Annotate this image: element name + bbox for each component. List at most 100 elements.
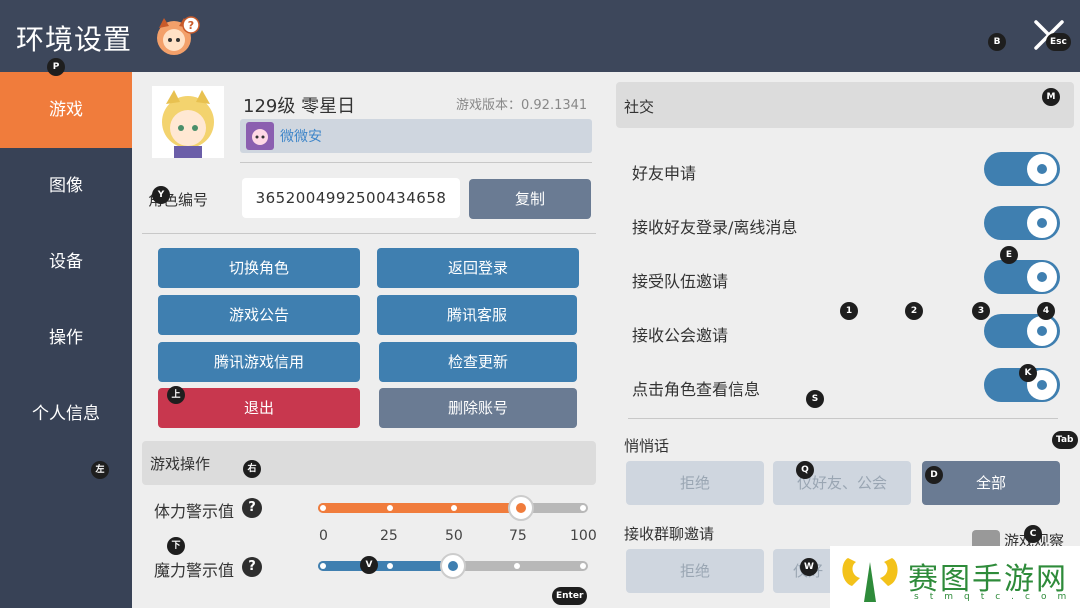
toggle-label-friend-request: 好友申请 [632, 164, 697, 183]
toggle-knob [1027, 262, 1057, 292]
toggle-knob-dot [1037, 380, 1047, 390]
slider-tick-dot [387, 563, 393, 569]
toggle-label-team-invite: 接受队伍邀请 [632, 272, 729, 291]
tick-label: 25 [380, 528, 398, 544]
game-version: 游戏版本：0.92.1341 [456, 98, 588, 113]
divider [142, 233, 596, 234]
key-hint-y: Y [152, 186, 170, 204]
slider-tick-dot [580, 505, 586, 511]
sidebar-item-controls[interactable]: 操作 [0, 300, 132, 376]
group-invite-title: 接收群聊邀请 [624, 525, 715, 543]
toggle-label-friend-online: 接收好友登录/离线消息 [632, 218, 798, 237]
key-hint-1: 1 [840, 302, 858, 320]
stamina-slider-knob[interactable] [507, 495, 534, 521]
player-level-name: 129级 零星日 [243, 96, 356, 117]
key-hint-enter: Enter [552, 587, 588, 605]
credit-button[interactable]: 腾讯游戏信用 [158, 342, 360, 382]
key-hint-e: E [1000, 246, 1018, 264]
sidebar-item-graphics[interactable]: 图像 [0, 148, 132, 224]
switch-role-button[interactable]: 切换角色 [158, 248, 360, 288]
key-hint-right: 右 [243, 460, 261, 478]
stamina-help-icon[interactable]: ? [242, 498, 262, 518]
player-avatar [152, 86, 224, 158]
whisper-title: 悄悄话 [624, 437, 670, 455]
game-ops-title: 游戏操作 [150, 455, 211, 473]
key-hint-down: 下 [167, 537, 185, 555]
toggle-friend-request[interactable] [984, 152, 1060, 186]
social-header: 社交 [616, 82, 1074, 128]
mana-slider-knob[interactable] [440, 553, 466, 579]
key-hint-k: K [1019, 364, 1037, 382]
toggle-knob-dot [1037, 164, 1047, 174]
delete-account-button[interactable]: 删除账号 [379, 388, 577, 428]
game-ops-header: 游戏操作 [142, 441, 596, 485]
key-hint-m: M [1042, 88, 1060, 106]
key-hint-q: Q [796, 461, 814, 479]
toggle-knob-dot [1037, 218, 1047, 228]
key-hint-left: 左 [91, 461, 109, 479]
slider-tick-dot [451, 505, 457, 511]
knob-center [448, 561, 458, 571]
role-id-field: 3652004992500434658 [242, 178, 460, 218]
mana-help-icon[interactable]: ? [242, 557, 262, 577]
slider-tick-dot [514, 563, 520, 569]
friend-name: 微微安 [280, 129, 322, 145]
whisper-option-reject[interactable]: 拒绝 [626, 461, 764, 505]
group-option-reject[interactable]: 拒绝 [626, 549, 764, 593]
knob-center [515, 503, 526, 513]
game-settings-panel: 129级 零星日 游戏版本：0.92.1341 微微安 角色编号 3652004… [132, 72, 606, 608]
key-hint-3: 3 [972, 302, 990, 320]
copy-button[interactable]: 复制 [469, 179, 591, 219]
toggle-label-guild-invite: 接收公会邀请 [632, 326, 729, 345]
key-hint-2: 2 [905, 302, 923, 320]
toggle-team-invite[interactable] [984, 260, 1060, 294]
stamina-slider[interactable] [318, 503, 588, 513]
slider-tick-dot [387, 505, 393, 511]
divider [628, 418, 1058, 419]
sidebar-item-game[interactable]: 游戏 [0, 72, 132, 148]
key-hint-tab: Tab [1052, 431, 1078, 449]
stamina-slider-fill [318, 503, 521, 513]
slider-tick-dot [580, 563, 586, 569]
back-to-login-button[interactable]: 返回登录 [377, 248, 579, 288]
key-hint-p: P [47, 58, 65, 76]
slider-tick-dot [320, 563, 326, 569]
mana-label: 魔力警示值 [154, 561, 235, 580]
whisper-option-friends-guild[interactable]: 仅好友、公会 [773, 461, 911, 505]
sidebar: 游戏 图像 设备 操作 个人信息 [0, 72, 132, 608]
exit-button[interactable]: 退出 [158, 388, 360, 428]
key-hint-b: B [988, 33, 1006, 51]
check-update-button[interactable]: 检查更新 [379, 342, 577, 382]
announcement-button[interactable]: 游戏公告 [158, 295, 360, 335]
tick-label: 75 [509, 528, 527, 544]
key-hint-4: 4 [1037, 302, 1055, 320]
linked-friend-bar[interactable]: 微微安 [240, 119, 592, 153]
friend-avatar [246, 122, 274, 150]
mana-slider-fill [318, 561, 453, 571]
toggle-friend-online[interactable] [984, 206, 1060, 240]
header-bar: 环境设置 ? [0, 0, 1080, 72]
svg-text:?: ? [188, 19, 194, 32]
tick-label: 100 [570, 528, 597, 544]
toggle-knob [1027, 154, 1057, 184]
page-title: 环境设置 [16, 23, 133, 56]
key-hint-d: D [925, 466, 943, 484]
tick-label: 0 [319, 528, 328, 544]
key-hint-w: W [800, 558, 818, 576]
toggle-label-view-info: 点击角色查看信息 [632, 380, 761, 399]
toggle-knob [1027, 208, 1057, 238]
sidebar-item-personal-info[interactable]: 个人信息 [0, 376, 132, 452]
key-hint-v: V [360, 556, 378, 574]
toggle-knob [1027, 316, 1057, 346]
key-hint-s: S [806, 390, 824, 408]
mascot-help-icon[interactable]: ? [152, 16, 200, 58]
site-watermark: 赛图手游网 stmqtc.com [830, 546, 1080, 608]
key-hint-up: 上 [167, 386, 185, 404]
sidebar-item-device[interactable]: 设备 [0, 224, 132, 300]
slider-tick-dot [320, 505, 326, 511]
tencent-service-button[interactable]: 腾讯客服 [377, 295, 577, 335]
key-hint-esc: Esc [1046, 33, 1071, 51]
watermark-subtext: stmqtc.com [914, 592, 1078, 602]
toggle-knob-dot [1037, 326, 1047, 336]
whisper-option-all[interactable]: 全部 [922, 461, 1060, 505]
